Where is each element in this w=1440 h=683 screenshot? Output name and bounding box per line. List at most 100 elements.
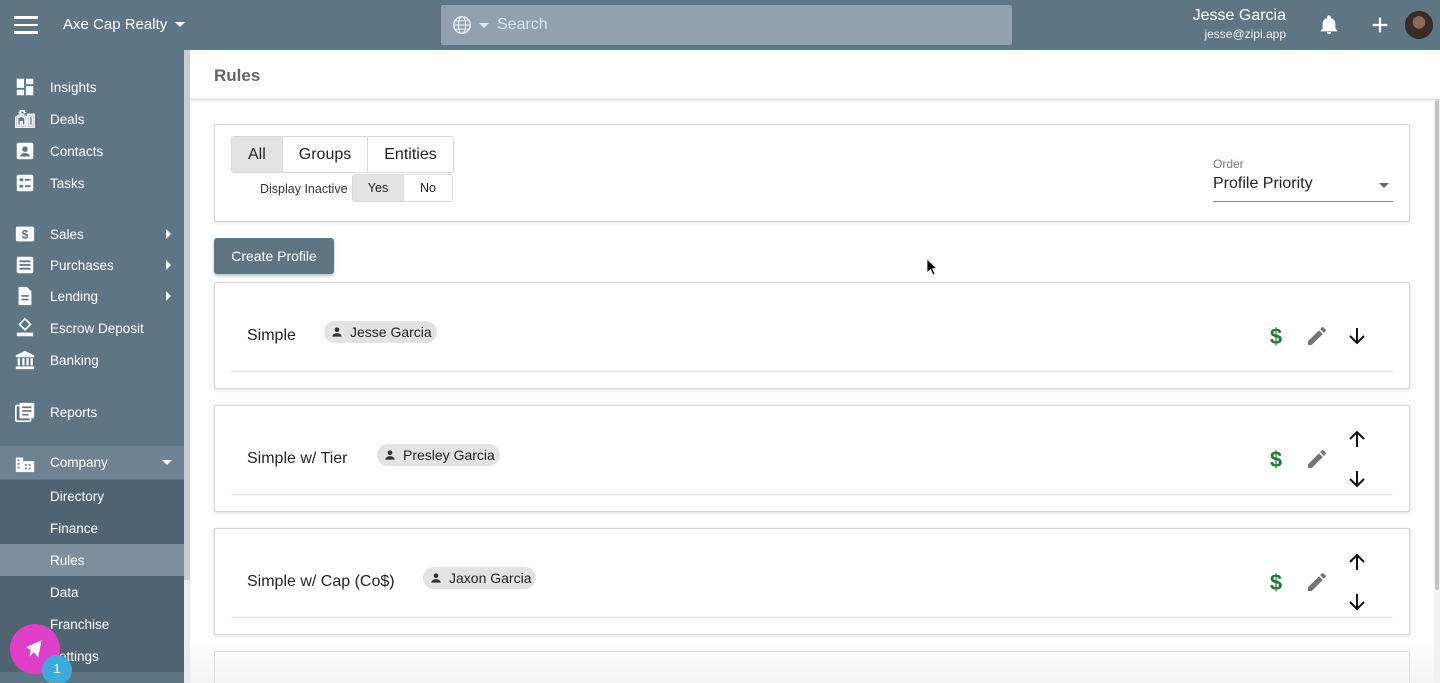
document-icon — [18, 286, 32, 306]
order-value: Profile Priority — [1213, 175, 1313, 192]
user-info[interactable]: Jesse Garcia jesse@zipi.app — [1193, 7, 1286, 41]
rule-name: Simple w/ Cap (Co$) — [247, 573, 395, 590]
scrollbar-thumb[interactable] — [1435, 100, 1439, 590]
tab-entities[interactable]: Entities — [368, 137, 453, 172]
arrow-down-icon[interactable] — [1345, 467, 1369, 491]
tab-groups[interactable]: Groups — [282, 137, 369, 172]
sidebar-item-contacts[interactable]: Contacts — [0, 136, 184, 166]
sidebar-subitem-finance[interactable]: Finance — [0, 512, 184, 544]
sidebar-subitem-rules[interactable]: Rules — [0, 544, 184, 576]
search-bar — [441, 5, 1012, 45]
company-switcher[interactable]: Axe Cap Realty — [63, 16, 186, 33]
reports-icon — [15, 402, 35, 422]
edit-pencil-icon[interactable] — [1305, 447, 1329, 471]
sidebar-item-purchases[interactable]: Purchases — [0, 250, 184, 280]
contact-card-icon — [16, 142, 34, 160]
sidebar-item-insights[interactable]: Insights — [0, 72, 184, 102]
megaphone-icon — [26, 640, 42, 658]
escrow-icon — [16, 317, 34, 337]
chevron-down-icon — [1379, 183, 1389, 188]
mouse-cursor-icon — [926, 258, 938, 276]
arrow-down-icon[interactable] — [1345, 324, 1369, 348]
avatar[interactable] — [1405, 11, 1433, 39]
edit-pencil-icon[interactable] — [1305, 570, 1329, 594]
tab-all[interactable]: All — [232, 137, 283, 172]
card-divider — [231, 371, 1393, 372]
main-scrollbar[interactable] — [1434, 100, 1440, 683]
arrow-up-icon[interactable] — [1345, 550, 1369, 574]
person-icon — [431, 573, 441, 583]
filter-card: All Groups Entities Display Inactive Yes… — [214, 124, 1410, 222]
assignee-chip[interactable]: Presley Garcia — [377, 444, 500, 466]
order-select[interactable]: Profile Priority — [1213, 175, 1393, 202]
assignee-name: Jesse Garcia — [350, 324, 432, 340]
dollar-box-icon: $ — [15, 226, 35, 242]
arrow-up-icon[interactable] — [1345, 427, 1369, 451]
sidebar-scrollbar[interactable] — [184, 50, 190, 683]
display-inactive-no[interactable]: No — [404, 175, 452, 201]
sidebar-item-label: Banking — [50, 352, 99, 368]
sidebar-subitem-directory[interactable]: Directory — [0, 480, 184, 512]
sidebar-item-tasks[interactable]: Tasks — [0, 168, 184, 198]
sidebar-item-label: Company — [50, 455, 108, 470]
scrollbar-thumb[interactable] — [184, 50, 190, 580]
search-scope-dropdown-icon[interactable] — [479, 22, 489, 28]
dollar-icon[interactable]: $ — [1264, 324, 1288, 348]
sidebar-item-label: Contacts — [50, 143, 104, 159]
rule-card: Simple w/ Tier Presley Garcia $ — [214, 405, 1410, 512]
chevron-right-icon — [166, 229, 171, 239]
card-divider — [231, 494, 1393, 495]
sidebar-item-label: Reports — [50, 404, 98, 420]
create-profile-button[interactable]: Create Profile — [214, 238, 334, 274]
sidebar-subitem-data[interactable]: Data — [0, 576, 184, 608]
sidebar-item-label: Sales — [50, 226, 84, 242]
user-email: jesse@zipi.app — [1204, 27, 1286, 41]
user-name: Jesse Garcia — [1192, 7, 1286, 24]
svg-text:$: $ — [22, 228, 29, 242]
page-title: Rules — [214, 66, 261, 85]
top-bar: Axe Cap Realty Jesse Garcia jesse@zipi.a… — [0, 0, 1440, 50]
sidebar-item-lending[interactable]: Lending — [0, 281, 184, 311]
sidebar-item-sales[interactable]: $ Sales — [0, 219, 184, 249]
sidebar-item-banking[interactable]: Banking — [0, 345, 184, 375]
search-input[interactable] — [497, 16, 977, 34]
bell-icon[interactable] — [1318, 13, 1340, 37]
sidebar-item-label: Deals — [50, 111, 85, 127]
sidebar-item-escrow-deposit[interactable]: Escrow Deposit — [0, 313, 184, 343]
dollar-icon[interactable]: $ — [1264, 447, 1288, 471]
sidebar-item-deals[interactable]: Deals — [0, 104, 184, 134]
chevron-right-icon — [166, 291, 171, 301]
plus-icon[interactable] — [1369, 14, 1391, 36]
globe-icon[interactable] — [451, 14, 473, 36]
arrow-down-icon[interactable] — [1345, 590, 1369, 614]
tasks-icon — [16, 174, 34, 192]
svg-text:$: $ — [1270, 324, 1282, 348]
sidebar-item-label: Purchases — [50, 257, 114, 273]
sidebar-item-company[interactable]: Company — [0, 446, 184, 479]
assignee-chip[interactable]: Jaxon Garcia — [423, 567, 537, 589]
edit-pencil-icon[interactable] — [1305, 324, 1329, 348]
svg-text:$: $ — [1270, 447, 1282, 471]
sidebar-item-reports[interactable]: Reports — [0, 397, 184, 427]
chevron-right-icon — [166, 260, 171, 270]
sidebar-item-label: Escrow Deposit — [50, 320, 144, 336]
sidebar-item-label: Insights — [50, 79, 97, 95]
person-icon — [332, 327, 342, 337]
company-name: Axe Cap Realty — [63, 16, 168, 33]
list-icon — [16, 256, 34, 274]
card-divider — [231, 617, 1393, 618]
display-inactive-label: Display Inactive — [260, 182, 348, 196]
rule-card: Simple w/ Cap (Co$) Jaxon Garcia $ — [214, 528, 1410, 635]
menu-icon[interactable] — [14, 16, 38, 34]
rule-name: Simple w/ Tier — [247, 450, 348, 467]
assignee-name: Presley Garcia — [403, 447, 495, 463]
dashboard-icon — [16, 78, 34, 96]
person-icon — [385, 450, 395, 460]
sidebar-item-label: Tasks — [50, 175, 85, 191]
assignee-chip[interactable]: Jesse Garcia — [324, 321, 437, 343]
display-inactive-yes[interactable]: Yes — [353, 175, 404, 201]
company-icon — [15, 457, 35, 472]
rule-name: Simple — [247, 327, 296, 344]
rule-card: Simple Jesse Garcia $ — [214, 282, 1410, 389]
dollar-icon[interactable]: $ — [1264, 570, 1288, 594]
